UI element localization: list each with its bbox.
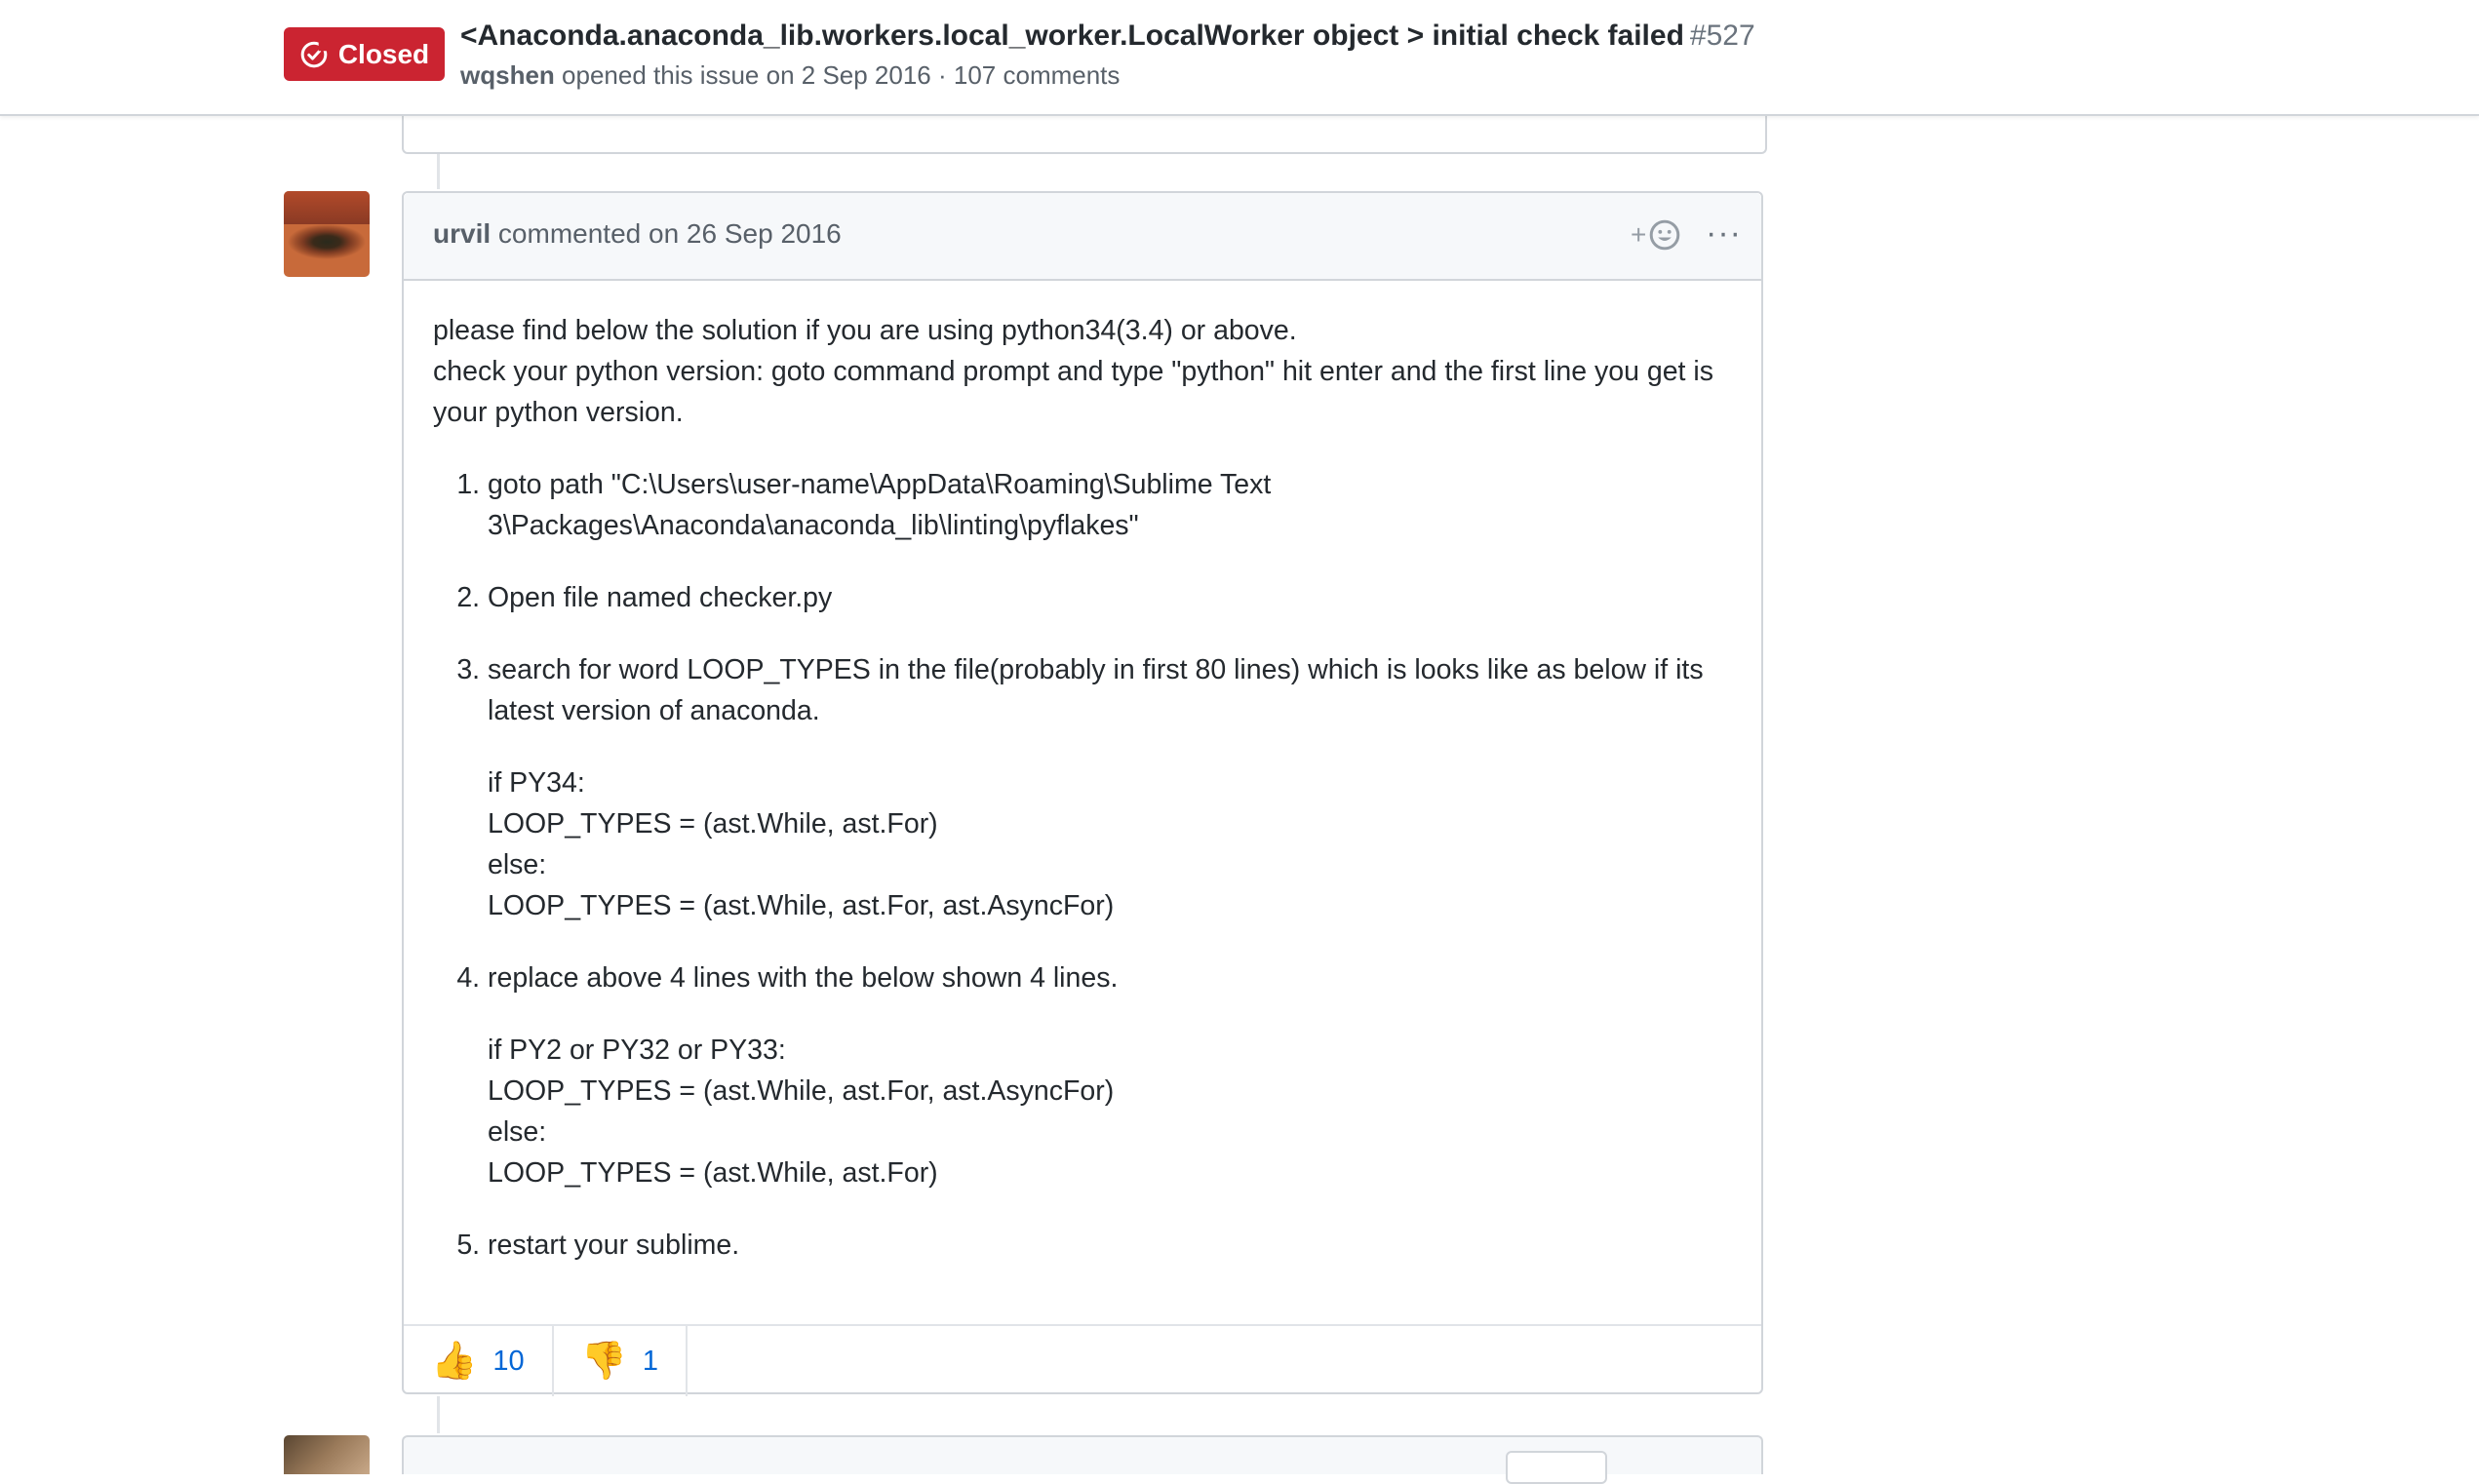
code-line: LOOP_TYPES = (ast.While, ast.For, ast.As… (488, 890, 1115, 921)
step-text: search for word LOOP_TYPES in the file(p… (488, 654, 1704, 726)
reaction-count: 10 (492, 1345, 525, 1377)
list-item: goto path "C:\Users\user-name\AppData\Ro… (488, 464, 1732, 546)
comment-options-icon[interactable]: ··· (1706, 215, 1742, 253)
list-item: replace above 4 lines with the below sho… (488, 957, 1732, 1193)
code-line: else: (488, 849, 547, 880)
comment-header: urvil commented on 26 Sep 2016 + ··· (404, 193, 1761, 281)
issue-number: #527 (1689, 20, 1755, 52)
issue-title-text: <Anaconda.anaconda_lib.workers.local_wor… (460, 20, 1684, 52)
next-comment (402, 1435, 1763, 1484)
step-text: restart your sublime. (488, 1230, 740, 1261)
step-text: replace above 4 lines with the below sho… (488, 962, 1119, 994)
comment: urvil commented on 26 Sep 2016 + ··· ple… (402, 191, 1763, 1396)
code-line: LOOP_TYPES = (ast.While, ast.For, ast.As… (488, 1075, 1115, 1107)
reaction-count: 1 (642, 1345, 659, 1377)
comment-author-link[interactable]: urvil (433, 218, 491, 249)
code-line: if PY2 or PY32 or PY33: (488, 1035, 786, 1066)
add-reaction-button[interactable]: + (1631, 218, 1681, 252)
timeline-line (437, 1396, 440, 1433)
add-reaction-plus: + (1631, 219, 1647, 250)
code-line: LOOP_TYPES = (ast.While, ast.For) (488, 808, 938, 840)
steps-list: goto path "C:\Users\user-name\AppData\Ro… (433, 464, 1732, 1266)
reaction-thumbs-up-button[interactable]: 👍 10 (404, 1326, 554, 1396)
smiley-icon (1650, 219, 1680, 251)
step-text: goto path "C:\Users\user-name\AppData\Ro… (488, 469, 1272, 541)
intro-line-1: please find below the solution if you ar… (433, 315, 1297, 346)
avatar[interactable] (284, 191, 370, 277)
comment-intro: please find below the solution if you ar… (433, 310, 1732, 433)
list-item: Open file named checker.py (488, 577, 1732, 618)
status-label: Closed (337, 38, 430, 69)
thumbs-down-icon: 👎 (580, 1341, 627, 1382)
issue-meta: wqshen opened this issue on 2 Sep 2016 ·… (460, 60, 1120, 91)
comment-badge (1506, 1451, 1607, 1484)
code-snippet: if PY34: LOOP_TYPES = (ast.While, ast.Fo… (488, 762, 1732, 926)
issue-title[interactable]: <Anaconda.anaconda_lib.workers.local_wor… (460, 20, 1755, 53)
list-item: search for word LOOP_TYPES in the file(p… (488, 649, 1732, 926)
list-item: restart your sublime. (488, 1225, 1732, 1266)
code-line: if PY34: (488, 767, 585, 799)
comment-timestamp[interactable]: commented on 26 Sep 2016 (498, 218, 842, 249)
issue-meta-text: opened this issue on 2 Sep 2016 · 107 co… (562, 60, 1121, 90)
reactions-bar: 👍 10 👎 1 (404, 1324, 1761, 1396)
issue-closed-icon (300, 41, 328, 67)
sticky-issue-header: Closed <Anaconda.anaconda_lib.workers.lo… (0, 0, 2479, 116)
thumbs-up-icon: 👍 (431, 1341, 478, 1382)
code-line: else: (488, 1116, 547, 1148)
intro-line-2: check your python version: goto command … (433, 356, 1713, 428)
avatar[interactable] (284, 1435, 370, 1474)
comment-header-text: urvil commented on 26 Sep 2016 (433, 218, 842, 250)
code-line: LOOP_TYPES = (ast.While, ast.For) (488, 1157, 938, 1189)
reaction-thumbs-down-button[interactable]: 👎 1 (554, 1326, 689, 1396)
step-text: Open file named checker.py (488, 582, 833, 613)
status-badge: Closed (284, 27, 445, 81)
timeline-line (437, 154, 440, 189)
issue-author-link[interactable]: wqshen (460, 60, 555, 90)
comment-body: please find below the solution if you ar… (404, 281, 1761, 1266)
code-snippet: if PY2 or PY32 or PY33: LOOP_TYPES = (as… (488, 1030, 1732, 1193)
